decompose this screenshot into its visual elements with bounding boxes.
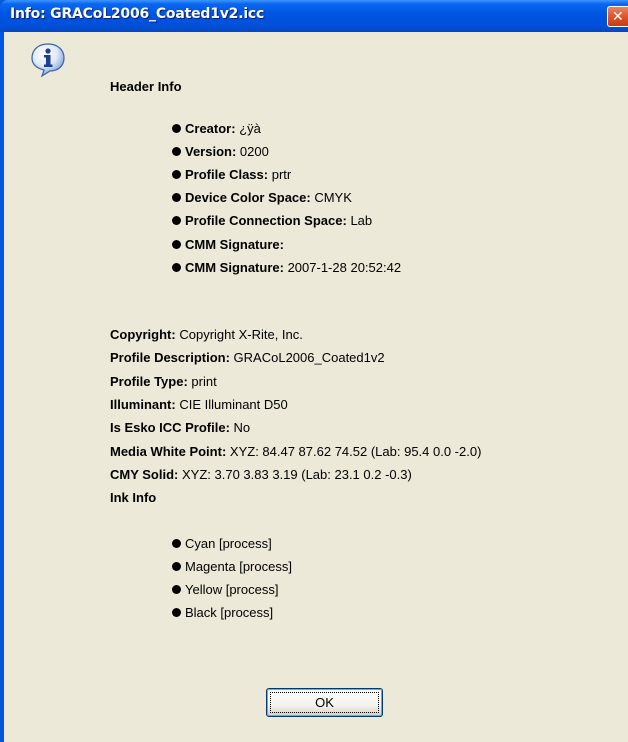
detail-row: Profile Description: GRACoL2006_Coated1v… <box>110 350 385 365</box>
ink-item: Black [process] <box>172 605 273 621</box>
bullet-icon <box>172 147 181 156</box>
bullet-icon <box>172 608 181 617</box>
detail-row: Media White Point: XYZ: 84.47 87.62 74.5… <box>110 444 482 459</box>
detail-row: Profile Type: print <box>110 374 217 389</box>
close-icon: ✕ <box>612 9 624 25</box>
ink-item: Magenta [process] <box>172 559 292 575</box>
bullet-icon <box>172 562 181 571</box>
bullet-icon <box>172 585 181 594</box>
header-info-item: CMM Signature: <box>172 237 284 253</box>
title-bar[interactable]: Info: GRACoL2006_Coated1v2.icc ✕ <box>0 0 628 32</box>
info-icon <box>31 43 65 78</box>
dialog-window: Info: GRACoL2006_Coated1v2.icc ✕ Header … <box>0 0 628 742</box>
header-info-item: Device Color Space: CMYK <box>172 190 352 206</box>
dialog-body <box>4 32 628 742</box>
bullet-icon <box>172 539 181 548</box>
ink-item: Cyan [process] <box>172 536 272 552</box>
detail-row: CMY Solid: XYZ: 3.70 3.83 3.19 (Lab: 23.… <box>110 467 412 482</box>
header-info-item: Version: 0200 <box>172 144 269 160</box>
detail-row: Is Esko ICC Profile: No <box>110 420 251 435</box>
header-info-item: Profile Connection Space: Lab <box>172 213 372 229</box>
detail-row: Illuminant: CIE Illuminant D50 <box>110 397 288 412</box>
header-info-heading: Header Info <box>110 79 182 94</box>
bullet-icon <box>172 240 181 249</box>
ink-info-heading: Ink Info <box>110 490 157 505</box>
detail-row: Copyright: Copyright X-Rite, Inc. <box>110 327 303 342</box>
bullet-icon <box>172 124 181 133</box>
header-info-item: Profile Class: prtr <box>172 167 291 183</box>
ok-button-label: OK <box>315 695 334 710</box>
ink-item: Yellow [process] <box>172 582 278 598</box>
bullet-icon <box>172 263 181 272</box>
header-info-item: CMM Signature: 2007-1-28 20:52:42 <box>172 260 401 276</box>
bullet-icon <box>172 193 181 202</box>
window-title: Info: GRACoL2006_Coated1v2.icc <box>10 6 265 22</box>
close-button[interactable]: ✕ <box>607 6 628 27</box>
ok-button[interactable]: OK <box>266 688 383 717</box>
bullet-icon <box>172 170 181 179</box>
header-info-item: Creator: ¿ÿà <box>172 121 261 137</box>
bullet-icon <box>172 216 181 225</box>
